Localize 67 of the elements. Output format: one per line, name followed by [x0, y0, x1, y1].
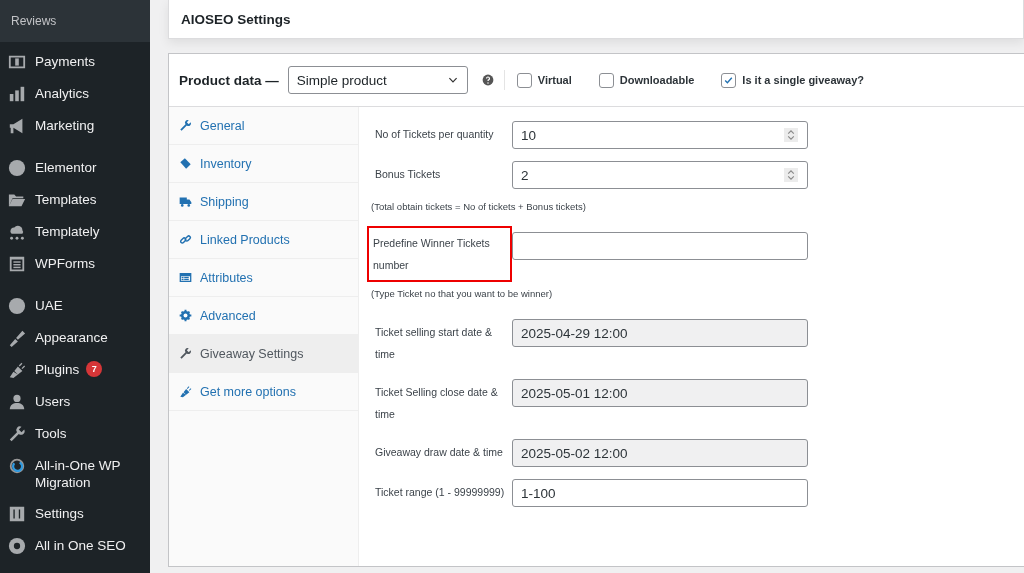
input-field[interactable]: 2025-05-02 12:00 [512, 439, 808, 467]
menu-item[interactable]: UAE [0, 290, 150, 322]
checkbox[interactable] [721, 72, 737, 88]
checkbox-label: Is it a single giveaway? [742, 74, 865, 86]
field-label: Ticket Selling close date & time [374, 385, 499, 422]
input-field[interactable]: 2025-05-01 12:00 [512, 379, 808, 407]
bar-chart-icon [8, 85, 26, 103]
input-field[interactable]: 1-100 [512, 479, 808, 507]
checkbox[interactable] [516, 72, 532, 88]
tab[interactable]: Linked Products [169, 221, 358, 259]
menu-item[interactable]: All in One SEO [0, 530, 150, 562]
checkmark-icon [723, 74, 735, 86]
product-type-select[interactable]: Simple product [287, 66, 468, 94]
menu-item[interactable]: Users [0, 386, 150, 418]
help-icon [481, 74, 494, 86]
menu-item[interactable]: Payments [0, 46, 150, 78]
plug-icon [8, 361, 26, 379]
spinner-icon [784, 127, 798, 143]
wrench-icon [179, 119, 192, 132]
field-label: No of Tickets per quantity [374, 127, 495, 142]
menu-item[interactable]: Analytics [0, 78, 150, 110]
refresh-icon [8, 457, 26, 475]
tab[interactable]: Shipping [169, 183, 358, 221]
tab[interactable]: Giveaway Settings [169, 335, 358, 373]
input-field[interactable]: 2 [512, 161, 808, 189]
menu-item[interactable]: Marketing [0, 110, 150, 142]
menu-item[interactable]: Elementor [0, 152, 150, 184]
wrench-icon [8, 425, 26, 443]
panel-title: Product data — [179, 72, 279, 88]
wrench-icon [179, 347, 192, 360]
checkbox-label: Downloadable [619, 74, 695, 86]
panel-title: AIOSEO Settings [181, 11, 291, 27]
field-label: Ticket selling start date & time [374, 325, 493, 362]
menu-item[interactable]: Appearance [0, 322, 150, 354]
hint-text: (Type Ticket no that you want to be winner) [371, 288, 554, 299]
spinner-icon [784, 167, 798, 183]
menu-item[interactable]: Tools [0, 418, 150, 450]
menu-item[interactable]: Settings [0, 498, 150, 530]
menu-item[interactable]: All-in-One WP Migration [0, 450, 150, 498]
tab[interactable]: Get more options [169, 373, 358, 411]
input-field[interactable]: 2025-04-29 12:00 [512, 319, 808, 347]
input-field[interactable]: 10 [512, 121, 808, 149]
link-icon [179, 233, 192, 246]
tab[interactable]: Inventory [169, 145, 358, 183]
truck-icon [179, 195, 192, 208]
list-icon [179, 271, 192, 284]
hint-text: (Total obtain tickets = No of tickets + Bonus tickets) [371, 201, 587, 212]
field-label: Predefine Winner Tickets number [367, 226, 512, 282]
form-icon [8, 255, 26, 273]
cloud-icon [8, 223, 26, 241]
tab[interactable]: Attributes [169, 259, 358, 297]
checkbox-label: Virtual [537, 74, 572, 86]
menu-item[interactable]: Templately [0, 216, 150, 248]
tab[interactable]: General [169, 107, 358, 145]
paintbrush-icon [8, 329, 26, 347]
plug-icon [179, 385, 192, 398]
tag-icon [179, 157, 192, 170]
input-field[interactable] [512, 232, 808, 260]
field-label: Ticket range (1 - 99999999) [374, 485, 506, 500]
count-badge: 7 [86, 361, 103, 377]
menu-item[interactable]: Templates [0, 184, 150, 216]
field-label: Giveaway draw date & time [374, 445, 504, 460]
checkbox[interactable] [598, 72, 614, 88]
field-label: Bonus Tickets [374, 167, 442, 182]
user-icon [8, 393, 26, 411]
menu-item[interactable]: WPForms [0, 248, 150, 280]
menu-item[interactable]: Plugins 7 [0, 354, 150, 386]
